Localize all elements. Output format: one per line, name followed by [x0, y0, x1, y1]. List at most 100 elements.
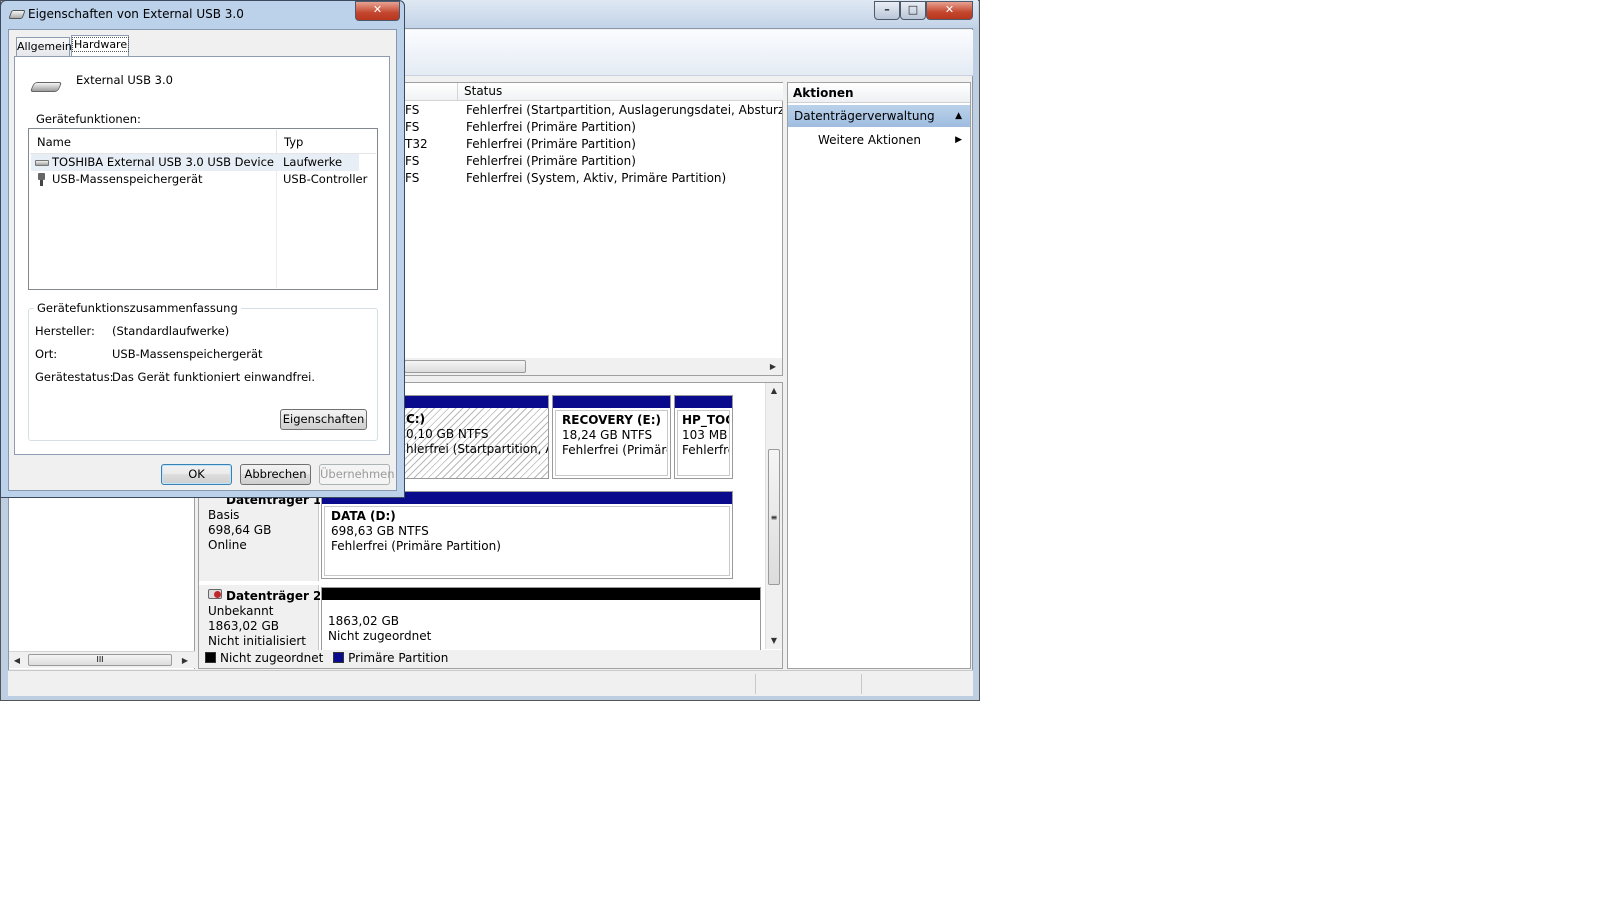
partition-data[interactable]: DATA (D:) 698,63 GB NTFS Fehlerfrei (Pri… [320, 490, 734, 580]
device-functions-label: Gerätefunktionen: [36, 112, 141, 126]
device-status-value: Das Gerät funktioniert einwandfrei. [112, 370, 316, 384]
partition-size: 0,10 GB NTFS [406, 427, 489, 441]
ok-button[interactable]: OK [161, 464, 232, 485]
status-bar [8, 670, 973, 696]
tree-horizontal-scrollbar[interactable]: ◀ III ▶ [9, 651, 195, 668]
device-row[interactable]: TOSHIBA External USB 3.0 USB Device Lauf… [31, 154, 359, 171]
disk1-label[interactable]: Datenträger 1 Basis 698,64 GB Online [199, 489, 321, 581]
volume-row-fs[interactable]: FS [405, 153, 419, 170]
device-type-cell: Laufwerke [283, 155, 343, 169]
legend-unallocated: Nicht zugeordnet [220, 651, 324, 665]
disk2-size: 1863,02 GB [208, 619, 279, 633]
partition-status: Nicht zugeordnet [328, 629, 432, 643]
volume-row-fs[interactable]: FS [405, 102, 419, 119]
partition-hp-tools[interactable]: HP_TOO 103 MB I Fehlerfre [673, 394, 734, 480]
legend-unallocated-swatch [205, 652, 216, 663]
partition-recovery[interactable]: RECOVERY (E:) 18,24 GB NTFS Fehlerfrei (… [551, 394, 672, 480]
actions-pane: Aktionen Datenträgerverwaltung ▲ Weitere… [787, 82, 971, 669]
legend-primary: Primäre Partition [348, 651, 449, 665]
column-header-type[interactable]: Typ [277, 130, 376, 154]
tab-general[interactable]: Allgemein [16, 37, 72, 57]
device-summary-title: Gerätefunktionszusammenfassung [34, 301, 241, 315]
volume-row-fs[interactable]: FS [405, 119, 419, 136]
disk-view-vertical-scrollbar[interactable]: ▲ ≡ ▼ [765, 383, 782, 649]
scroll-thumb[interactable] [404, 360, 526, 373]
scroll-left-icon[interactable]: ◀ [9, 653, 25, 668]
partition-size: 18,24 GB NTFS [562, 428, 653, 442]
partition-name: C:) [406, 412, 426, 426]
disk1-size: 698,64 GB [208, 523, 272, 537]
partition-size: 1863,02 GB [328, 614, 399, 628]
partition-bar [322, 588, 760, 600]
usb-plug-icon [38, 173, 45, 186]
scroll-thumb[interactable]: ≡ [768, 449, 780, 585]
maximize-button[interactable]: □ [900, 1, 926, 20]
partition-info: DATA (D:) 698,63 GB NTFS Fehlerfrei (Pri… [324, 506, 730, 576]
disk-drive-icon [35, 160, 49, 166]
dialog-title: Eigenschaften von External USB 3.0 [28, 7, 244, 21]
partition-bar [675, 396, 732, 408]
actions-title: Aktionen [788, 83, 970, 103]
scroll-up-icon[interactable]: ▲ [766, 383, 782, 398]
partition-size: 698,63 GB NTFS [331, 524, 429, 538]
volume-row-status[interactable]: Fehlerfrei (Primäre Partition) [466, 136, 636, 153]
tab-hardware-label: Hardware [72, 37, 130, 52]
collapse-up-icon[interactable]: ▲ [955, 105, 962, 127]
column-header-status[interactable]: Status [458, 83, 783, 101]
legend-primary-swatch [333, 652, 345, 663]
minimize-button[interactable]: – [874, 1, 900, 20]
volume-row-status[interactable]: Fehlerfrei (Primäre Partition) [466, 119, 636, 136]
disk2-name: Datenträger 2 [226, 589, 322, 603]
submenu-arrow-icon: ▶ [955, 135, 962, 145]
more-actions-label: Weitere Aktionen [818, 133, 921, 147]
volume-row-fs[interactable]: FS [405, 170, 419, 187]
properties-button[interactable]: Eigenschaften [280, 409, 367, 430]
device-status-label: Gerätestatus: [35, 370, 114, 384]
scroll-thumb[interactable]: III [28, 654, 172, 666]
partition-name: DATA (D:) [331, 509, 396, 523]
partition-info: 1863,02 GB Nicht zugeordnet [322, 612, 437, 646]
actions-section-disk-management[interactable]: Datenträgerverwaltung ▲ [788, 105, 970, 127]
navigation-tree[interactable] [9, 496, 195, 669]
device-type-cell: USB-Controller [283, 172, 368, 186]
disk1-state: Online [208, 538, 247, 552]
volume-row-status[interactable]: Fehlerfrei (System, Aktiv, Primäre Parti… [466, 170, 726, 187]
tab-hardware[interactable]: Hardware [71, 35, 130, 57]
status-divider [861, 674, 862, 694]
volume-row-status[interactable]: Fehlerfrei (Startpartition, Auslagerungs… [466, 102, 782, 119]
volume-row-status[interactable]: Fehlerfrei (Primäre Partition) [466, 153, 636, 170]
column-header-name[interactable]: Name [30, 130, 277, 154]
volume-row-fs[interactable]: T32 [405, 136, 428, 153]
drive-large-icon [29, 79, 63, 95]
drive-icon [8, 10, 26, 19]
partition-status: hlerfrei (Startpartition, Ausl [406, 442, 548, 456]
disk2-state: Nicht initialisiert [208, 634, 306, 648]
partition-bar [400, 396, 548, 408]
partition-size: 103 MB I [682, 428, 730, 442]
dialog-close-button[interactable]: ✕ [355, 1, 400, 21]
partition-name: HP_TOO [682, 413, 729, 427]
partition-unallocated[interactable]: 1863,02 GB Nicht zugeordnet [320, 586, 762, 652]
partition-status: Fehlerfrei (Primäre P [562, 443, 667, 457]
manufacturer-value: (Standardlaufwerke) [112, 324, 230, 338]
disk2-label[interactable]: Datenträger 2 Unbekannt 1863,02 GB Nicht… [199, 585, 322, 651]
partition-info: RECOVERY (E:) 18,24 GB NTFS Fehlerfrei (… [555, 410, 668, 476]
apply-button[interactable]: Übernehmen [319, 464, 395, 485]
scroll-right-icon[interactable]: ▶ [177, 653, 193, 668]
actions-section-label: Datenträgerverwaltung [794, 109, 935, 123]
cancel-button[interactable]: Abbrechen [240, 464, 311, 485]
more-actions-item[interactable]: Weitere Aktionen ▶ [788, 129, 970, 151]
scroll-right-icon[interactable]: ▶ [765, 359, 781, 374]
scroll-down-icon[interactable]: ▼ [766, 633, 782, 648]
location-value: USB-Massenspeichergerät [112, 347, 263, 361]
device-name-cell: USB-Massenspeichergerät [52, 172, 203, 186]
partition-c[interactable]: C:) 0,10 GB NTFS hlerfrei (Startpartitio… [398, 394, 550, 480]
device-functions-list[interactable]: Name Typ TOSHIBA External USB 3.0 USB De… [28, 128, 378, 290]
device-name: External USB 3.0 [76, 73, 173, 87]
device-row[interactable]: USB-Massenspeichergerät USB-Controller [31, 171, 367, 188]
partition-status: Fehlerfrei (Primäre Partition) [331, 539, 501, 553]
location-label: Ort: [35, 347, 58, 361]
main-close-button[interactable]: ✕ [926, 1, 973, 20]
partition-status: Fehlerfre [682, 443, 730, 457]
disk2-type: Unbekannt [208, 604, 274, 618]
